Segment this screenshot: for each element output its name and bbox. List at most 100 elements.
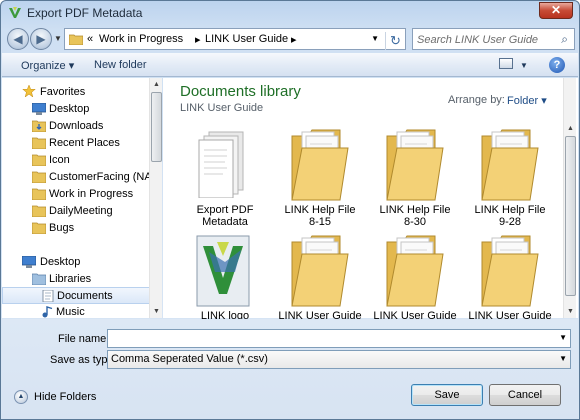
- folder-icon: [386, 129, 444, 201]
- file-name-line1: LINK Help File: [284, 204, 356, 216]
- address-dropdown-icon[interactable]: ▼: [371, 34, 379, 43]
- back-arrow-icon: ◀: [13, 32, 23, 46]
- file-name-line1: Export PDF: [196, 204, 254, 216]
- folder-icon: [32, 188, 46, 200]
- scroll-thumb[interactable]: [151, 92, 162, 162]
- file-tile-label: Export PDF Metadata: [181, 204, 269, 228]
- file-tile[interactable]: LINK Help File 8-15: [276, 126, 364, 228]
- filename-label: File name:: [58, 333, 110, 345]
- sidebar-item-icon[interactable]: Icon: [2, 152, 152, 169]
- folder-icon: [32, 171, 46, 183]
- folder-icon: [386, 235, 444, 307]
- sidebar-item-desktop[interactable]: Desktop: [2, 101, 152, 118]
- close-button[interactable]: ✕: [539, 2, 573, 19]
- history-dropdown[interactable]: ▼: [54, 34, 62, 43]
- save-dialog: Export PDF Metadata ✕ ◀ ▶ ▼ « Work in Pr…: [0, 0, 580, 420]
- search-input[interactable]: [417, 32, 553, 47]
- navigation-row: ◀ ▶ ▼ « Work in Progress ▸ LINK User Gui…: [1, 26, 579, 52]
- favorites-header[interactable]: Favorites: [2, 84, 152, 101]
- file-tile[interactable]: LINK Help File 9-28: [466, 126, 554, 228]
- file-name-line1: LINK Help File: [379, 204, 451, 216]
- sidebar-item-work-in-progress[interactable]: Work in Progress: [2, 186, 152, 203]
- desktop-icon: [32, 103, 46, 115]
- logo-image-icon: [196, 235, 250, 307]
- close-icon: ✕: [550, 3, 562, 17]
- address-bar[interactable]: « Work in Progress ▸ LINK User Guide ▸ ▼…: [64, 28, 406, 50]
- view-options-icon[interactable]: [499, 58, 513, 69]
- file-list-pane: Documents library LINK User Guide Arrang…: [163, 78, 578, 322]
- save-form: File name: ▼ Save as type: Comma Seperat…: [2, 319, 578, 419]
- content-scrollbar[interactable]: ▲ ▼: [563, 78, 576, 318]
- organize-button[interactable]: Organize ▾: [21, 59, 74, 72]
- sidebar-item-desktop-root[interactable]: Desktop: [2, 254, 152, 271]
- folder-icon: [32, 205, 46, 217]
- chevron-up-icon: ▲: [14, 390, 28, 404]
- folder-icon: [32, 137, 46, 149]
- folder-icon: [291, 129, 349, 201]
- favorites-label: Favorites: [40, 86, 86, 98]
- sidebar-item-recent-places[interactable]: Recent Places: [2, 135, 152, 152]
- breadcrumb-chevron[interactable]: ▸: [195, 33, 201, 46]
- document-icon: [42, 290, 54, 302]
- file-name-line2: Metadata: [202, 216, 248, 228]
- address-separator: «: [87, 33, 94, 45]
- new-folder-button[interactable]: New folder: [94, 59, 147, 71]
- sidebar-item-customerfacing[interactable]: CustomerFacing (NAS): [2, 169, 163, 186]
- file-tile[interactable]: LINK User Guide: [276, 232, 364, 322]
- file-tile[interactable]: LINK User Guide: [466, 232, 554, 322]
- file-tile[interactable]: LINK logo: [181, 232, 269, 322]
- help-icon[interactable]: ?: [549, 57, 565, 73]
- arrange-by-dropdown[interactable]: Folder ▾: [507, 94, 547, 107]
- folder-icon: [32, 154, 46, 166]
- search-icon[interactable]: ⌕: [561, 32, 568, 47]
- scroll-down-icon[interactable]: ▼: [564, 305, 577, 318]
- scroll-up-icon[interactable]: ▲: [150, 78, 163, 91]
- scroll-down-icon[interactable]: ▼: [150, 305, 163, 318]
- savetype-dropdown-icon[interactable]: ▼: [559, 354, 567, 363]
- cancel-button[interactable]: Cancel: [489, 384, 561, 406]
- save-button[interactable]: Save: [411, 384, 483, 406]
- file-tile-label: LINK Help File 9-28: [466, 204, 554, 228]
- scroll-up-icon[interactable]: ▲: [564, 122, 577, 135]
- back-button[interactable]: ◀: [7, 28, 29, 50]
- file-name-line2: 9-28: [498, 216, 522, 228]
- scroll-thumb[interactable]: [565, 136, 576, 296]
- search-box[interactable]: ⌕: [412, 28, 575, 50]
- forward-button[interactable]: ▶: [30, 28, 52, 50]
- navigation-pane: Favorites Desktop Downloads Recent Place…: [2, 78, 163, 318]
- music-icon: [42, 306, 53, 318]
- hide-folders-label: Hide Folders: [34, 391, 97, 403]
- file-tile[interactable]: LINK Help File 8-30: [371, 126, 459, 228]
- file-name-line2: 8-15: [308, 216, 332, 228]
- view-dropdown-icon[interactable]: ▼: [520, 61, 528, 70]
- sidebar-item-downloads[interactable]: Downloads: [2, 118, 152, 135]
- savetype-select[interactable]: Comma Seperated Value (*.csv) ▼: [107, 350, 571, 369]
- app-icon: [9, 7, 21, 18]
- sidebar-item-bugs[interactable]: Bugs: [2, 220, 152, 237]
- folder-icon: [32, 222, 46, 234]
- breadcrumb-chevron[interactable]: ▸: [291, 33, 297, 46]
- navigation-scrollbar[interactable]: ▲ ▼: [149, 78, 162, 318]
- desktop-icon: [22, 256, 36, 268]
- window-title: Export PDF Metadata: [27, 6, 143, 20]
- filename-dropdown-icon[interactable]: ▼: [559, 333, 567, 342]
- breadcrumb-link-user-guide[interactable]: LINK User Guide: [205, 33, 288, 45]
- library-subtitle: LINK User Guide: [180, 102, 264, 114]
- filename-field[interactable]: ▼: [107, 329, 571, 348]
- title-bar: Export PDF Metadata ✕: [1, 1, 579, 25]
- arrange-by-label: Arrange by:: [448, 94, 505, 106]
- command-bar: Organize ▾ New folder ▼ ?: [2, 53, 578, 77]
- refresh-icon[interactable]: ↻: [385, 32, 405, 50]
- savetype-value: Comma Seperated Value (*.csv): [111, 353, 268, 365]
- library-icon: [32, 273, 46, 285]
- folder-icon: [291, 235, 349, 307]
- sidebar-item-libraries[interactable]: Libraries: [2, 271, 152, 288]
- file-name-line1: LINK Help File: [474, 204, 546, 216]
- file-tile[interactable]: LINK User Guide: [371, 232, 459, 322]
- folder-icon: [32, 120, 46, 132]
- breadcrumb-work-in-progress[interactable]: Work in Progress: [99, 33, 183, 45]
- file-tile[interactable]: Export PDF Metadata: [181, 126, 269, 228]
- document-stack-icon: [198, 131, 244, 198]
- sidebar-item-dailymeeting[interactable]: DailyMeeting: [2, 203, 152, 220]
- sidebar-item-documents[interactable]: Documents: [2, 287, 152, 304]
